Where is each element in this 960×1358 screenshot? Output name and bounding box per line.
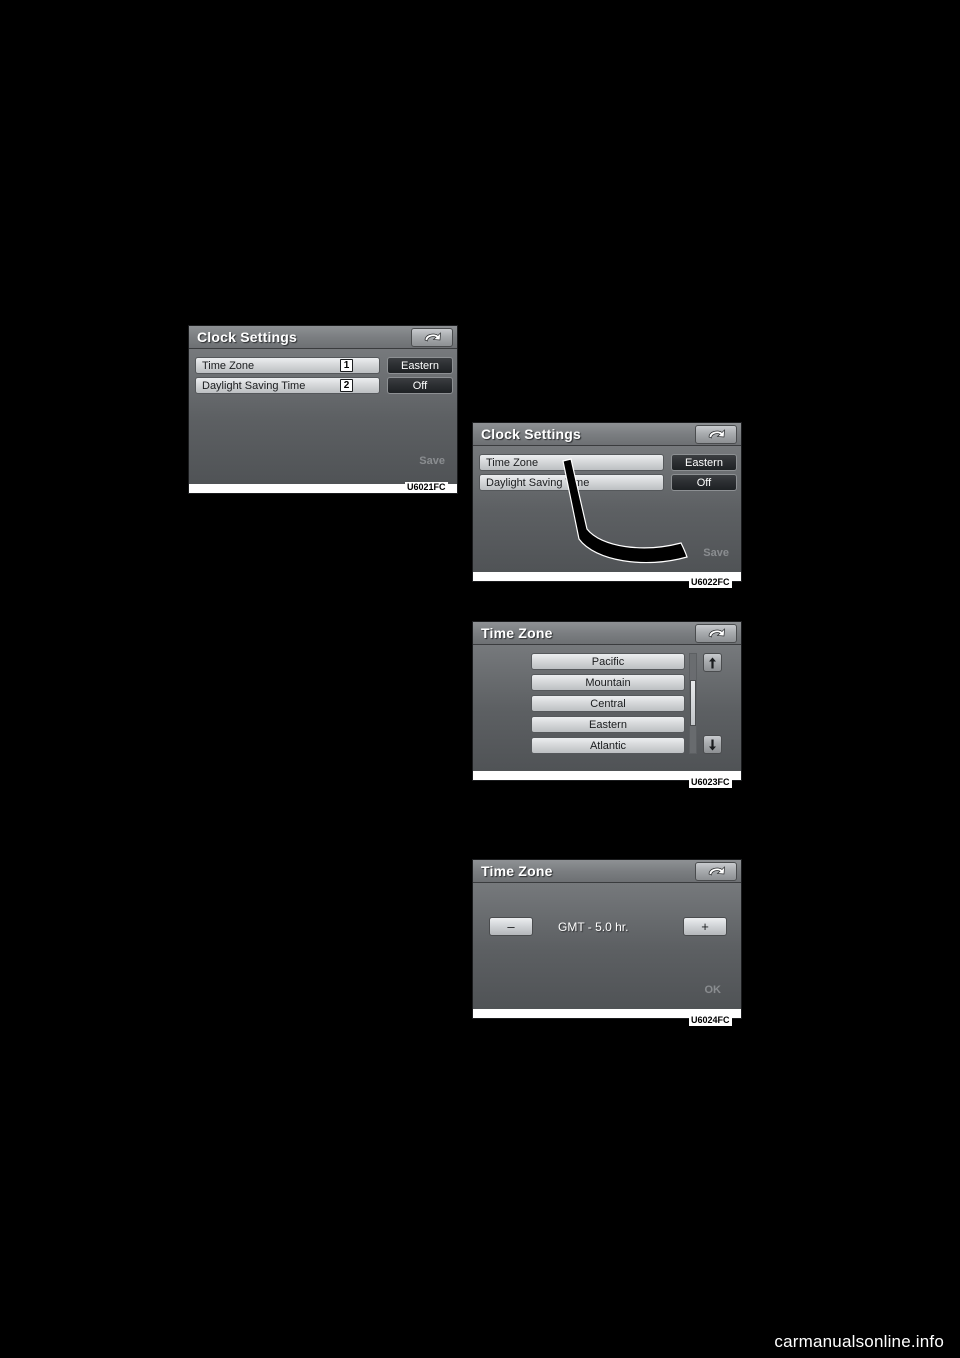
list-item-label: Central (590, 697, 626, 710)
scrollbar-thumb[interactable] (690, 680, 696, 726)
value-time-zone-text: Eastern (401, 359, 439, 372)
value-time-zone[interactable]: Eastern (387, 357, 453, 374)
back-button[interactable] (695, 425, 737, 444)
plus-button-label: + (701, 919, 709, 934)
figure-code-1: U6021FC (405, 482, 448, 493)
back-button[interactable] (411, 328, 453, 347)
figure-code-4: U6024FC (689, 1015, 732, 1026)
list-item-label: Pacific (591, 655, 625, 668)
list-item[interactable]: Pacific (531, 653, 685, 670)
callout-2: 2 (340, 379, 353, 392)
page-title: Time Zone (481, 863, 553, 879)
figure-code-2: U6022FC (689, 577, 732, 588)
gmt-offset-value: GMT - 5.0 hr. (558, 920, 629, 934)
list-item[interactable]: Central (531, 695, 685, 712)
save-button[interactable]: Save (419, 455, 445, 467)
row-time-zone-label: Time Zone (486, 456, 539, 469)
title-bar: Time Zone (473, 860, 741, 883)
screen-time-zone-list: Time Zone Pacific Mountain Central Easte… (472, 621, 742, 781)
list-item-label: Atlantic (589, 739, 627, 752)
back-button[interactable] (695, 624, 737, 643)
back-arrow-icon (424, 332, 441, 342)
screen-clock-settings-1: Clock Settings Time Zone 1 Eastern Dayli… (188, 325, 458, 494)
back-arrow-icon (708, 429, 725, 439)
row-time-zone-label: Time Zone (202, 359, 255, 372)
value-daylight-saving-text: Off (412, 379, 428, 392)
value-daylight-saving[interactable]: Off (387, 377, 453, 394)
list-item-label: Mountain (585, 676, 631, 689)
page-title: Clock Settings (481, 426, 582, 442)
list-item[interactable]: Mountain (531, 674, 685, 691)
page-title: Time Zone (481, 625, 553, 641)
back-arrow-icon (708, 628, 725, 638)
scroll-up-arrow-icon (709, 657, 716, 668)
title-bar: Clock Settings (473, 423, 741, 446)
plus-button[interactable]: + (683, 917, 727, 936)
page-title: Clock Settings (197, 329, 298, 345)
minus-button-label: – (507, 919, 515, 934)
callout-1: 1 (340, 359, 353, 372)
list-item[interactable]: Atlantic (531, 737, 685, 754)
screen-time-zone-gmt: Time Zone – GMT - 5.0 hr. + OK (472, 859, 742, 1019)
list-item-label: Eastern (589, 718, 627, 731)
scroll-up-button[interactable] (703, 653, 722, 672)
row-daylight-saving-label: Daylight Saving Time (202, 379, 306, 392)
back-arrow-icon (708, 866, 725, 876)
save-button[interactable]: Save (703, 547, 729, 559)
scroll-down-arrow-icon (709, 739, 716, 750)
title-bar: Time Zone (473, 622, 741, 645)
footer-brand: carmanualsonline.info (774, 1332, 944, 1351)
list-item[interactable]: Eastern (531, 716, 685, 733)
ok-button[interactable]: OK (705, 984, 722, 996)
back-button[interactable] (695, 862, 737, 881)
scroll-down-button[interactable] (703, 735, 722, 754)
minus-button[interactable]: – (489, 917, 533, 936)
figure-code-3: U6023FC (689, 777, 732, 788)
title-bar: Clock Settings (189, 326, 457, 349)
screen-clock-settings-2: Clock Settings Time Zone Eastern Dayligh… (472, 422, 742, 582)
pointing-hand-icon (535, 453, 705, 578)
